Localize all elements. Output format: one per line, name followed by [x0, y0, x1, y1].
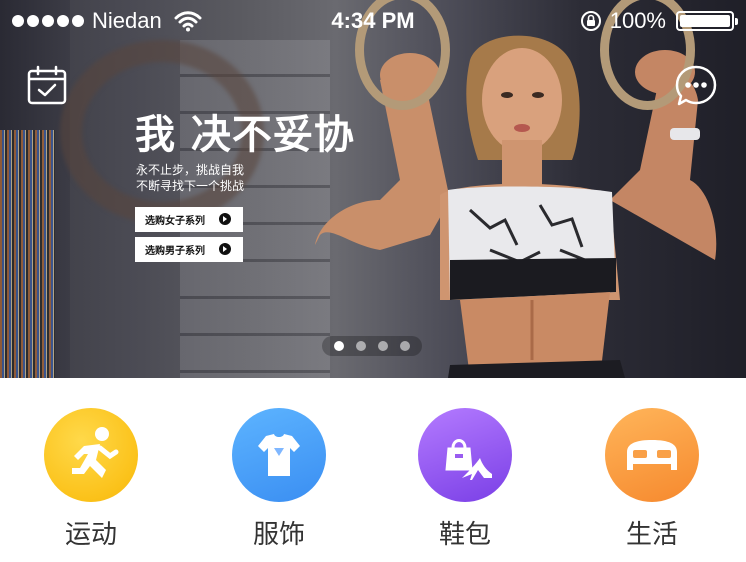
category-life-label: 生活 — [625, 520, 678, 550]
category-apparel-circle — [232, 408, 326, 502]
status-bar: Niedan 4:34 PM 100% — [0, 0, 746, 40]
shop-women-label: 选购女子系列 — [145, 216, 205, 227]
hero-headline: 我 决不妥协 — [135, 112, 355, 158]
message-more-icon[interactable] — [674, 64, 718, 108]
carousel-dot[interactable] — [334, 341, 344, 351]
handbag-heel-icon — [445, 439, 492, 480]
battery-percent: 100% — [609, 8, 666, 33]
category-bags-circle — [418, 408, 512, 502]
battery-level-fill — [680, 15, 730, 27]
status-right: 100% — [580, 8, 738, 34]
hero-tagline: 永不止步，挑战自我 不断寻找下一个挑战 — [136, 162, 244, 194]
running-person-icon — [72, 427, 119, 478]
category-bags-label: 鞋包 — [438, 520, 491, 550]
category-sport-label: 运动 — [64, 520, 117, 550]
hero-bg-cables — [0, 130, 55, 378]
carousel-dot[interactable] — [356, 341, 366, 351]
arrow-right-icon — [219, 243, 231, 255]
shop-women-button[interactable]: 选购女子系列 — [135, 207, 243, 232]
carousel-dot[interactable] — [378, 341, 388, 351]
hero-banner[interactable]: Niedan 4:34 PM 100% 我 决不妥协 永不止步，挑战自我 不断寻… — [0, 0, 746, 378]
category-apparel[interactable]: 服饰 — [219, 408, 339, 551]
app-screen: Niedan 4:34 PM 100% 我 决不妥协 永不止步，挑战自我 不断寻… — [0, 0, 746, 562]
category-row: 运动 服饰 鞋包 生活 — [0, 378, 746, 562]
hero-tagline-line2: 不断寻找下一个挑战 — [136, 179, 245, 193]
calendar-check-icon[interactable] — [26, 64, 68, 106]
category-sport-circle — [44, 408, 138, 502]
category-life[interactable]: 生活 — [592, 408, 712, 551]
category-life-circle — [605, 408, 699, 502]
hero-tagline-line1: 永不止步，挑战自我 — [136, 163, 245, 177]
carousel-pager[interactable] — [322, 336, 422, 356]
category-bags[interactable]: 鞋包 — [405, 408, 525, 551]
rotation-lock-icon — [580, 11, 601, 31]
tshirt-icon — [258, 434, 300, 476]
shop-men-button[interactable]: 选购男子系列 — [135, 237, 243, 262]
arrow-right-icon — [219, 213, 231, 225]
battery-icon — [676, 11, 738, 31]
shop-men-label: 选购男子系列 — [145, 246, 205, 257]
bed-icon — [627, 440, 677, 470]
category-sport[interactable]: 运动 — [31, 408, 151, 551]
category-apparel-label: 服饰 — [252, 520, 305, 550]
carousel-dot[interactable] — [400, 341, 410, 351]
